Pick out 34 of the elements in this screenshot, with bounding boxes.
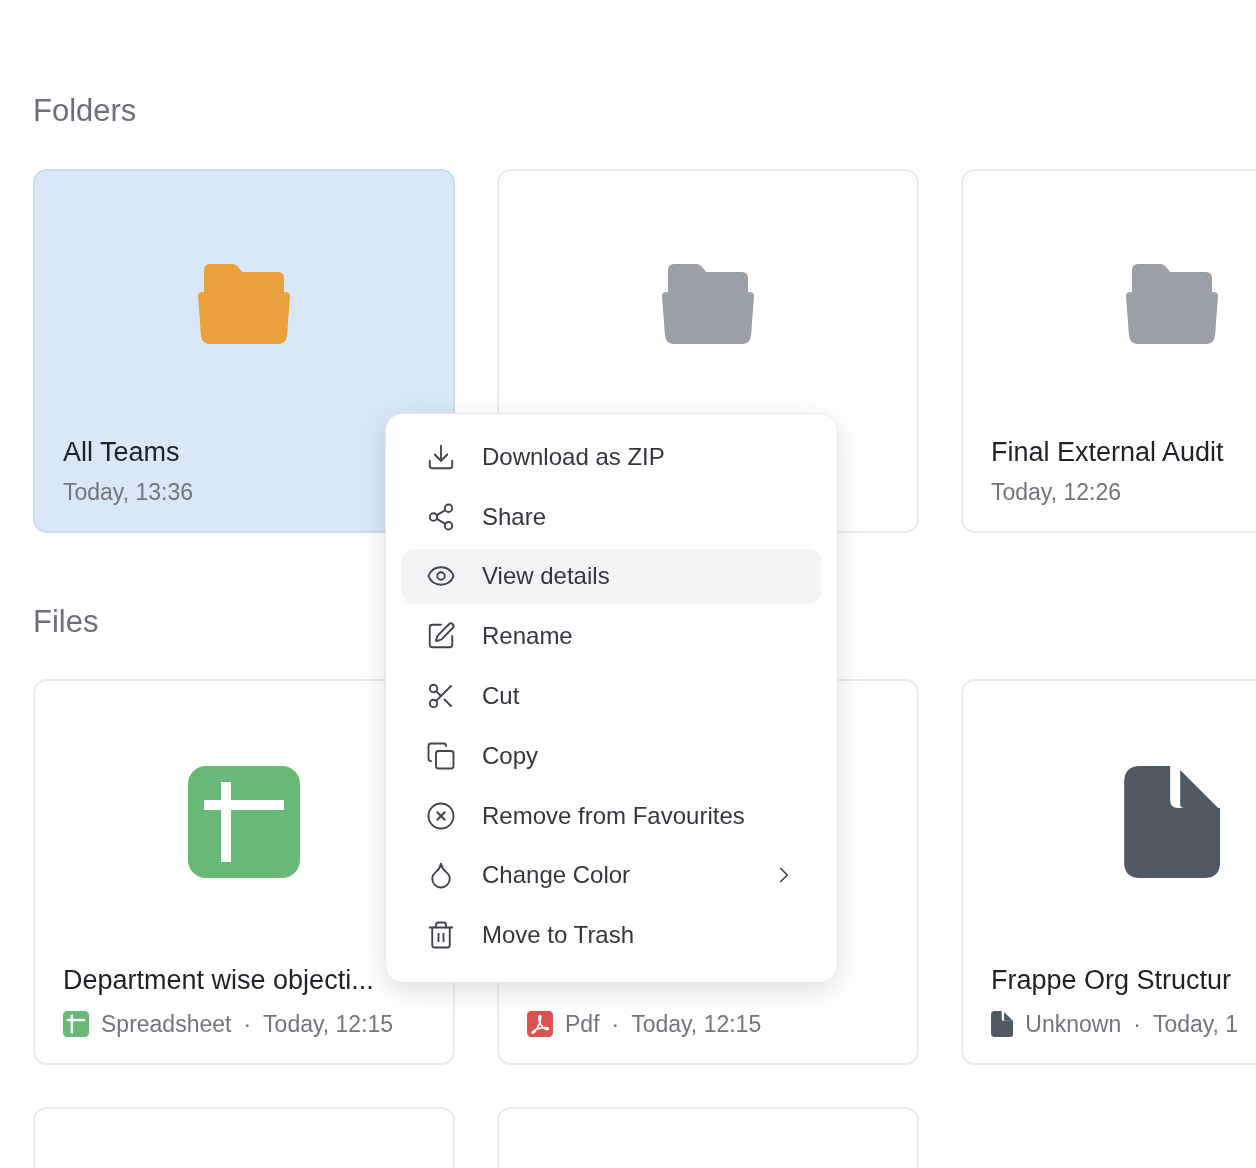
pdf-icon <box>527 1011 553 1037</box>
trash-icon <box>426 920 456 951</box>
document-icon <box>991 1011 1014 1037</box>
share-icon <box>426 501 456 532</box>
file-type: Unknown <box>1025 1010 1122 1039</box>
folder-icon <box>198 262 290 344</box>
folder-card[interactable]: All Teams Today, 13:36 <box>33 169 455 533</box>
file-type: Spreadsheet <box>101 1010 232 1039</box>
modified-date: Today, 12:15 <box>631 1010 762 1039</box>
file-name: Frappe Org Structur <box>991 964 1232 997</box>
copy-icon <box>426 740 456 771</box>
separator-dot: · <box>243 1010 252 1039</box>
section-heading: Folders <box>33 93 137 129</box>
folder-icon <box>662 262 754 344</box>
circle-x-icon <box>426 800 456 831</box>
menu-item[interactable]: View details <box>402 548 821 605</box>
menu-item[interactable]: Rename <box>402 608 821 665</box>
modified-date: Today, 1 <box>1152 1010 1239 1039</box>
file-card[interactable]: Frappe Org Structur Unknown · Today, 1 <box>961 679 1256 1065</box>
spreadsheet-icon <box>63 1011 89 1037</box>
section-heading: Files <box>33 604 99 640</box>
folder-card[interactable]: Final External Audit Today, 12:26 <box>961 169 1256 533</box>
file-name: Department wise objecti... <box>63 964 374 997</box>
separator-dot: · <box>1133 1010 1141 1039</box>
folder-icon <box>1126 262 1218 344</box>
modified-date: Today, 13:36 <box>63 478 193 507</box>
document-icon <box>1123 766 1221 878</box>
file-type: Pdf <box>565 1010 600 1039</box>
spreadsheet-icon <box>188 766 300 878</box>
separator-dot: · <box>611 1010 620 1039</box>
folder-name: Final External Audit <box>991 436 1224 469</box>
folder-name: All Teams <box>63 436 180 469</box>
modified-date: Today, 12:26 <box>991 478 1121 507</box>
modified-date: Today, 12:15 <box>263 1010 394 1039</box>
